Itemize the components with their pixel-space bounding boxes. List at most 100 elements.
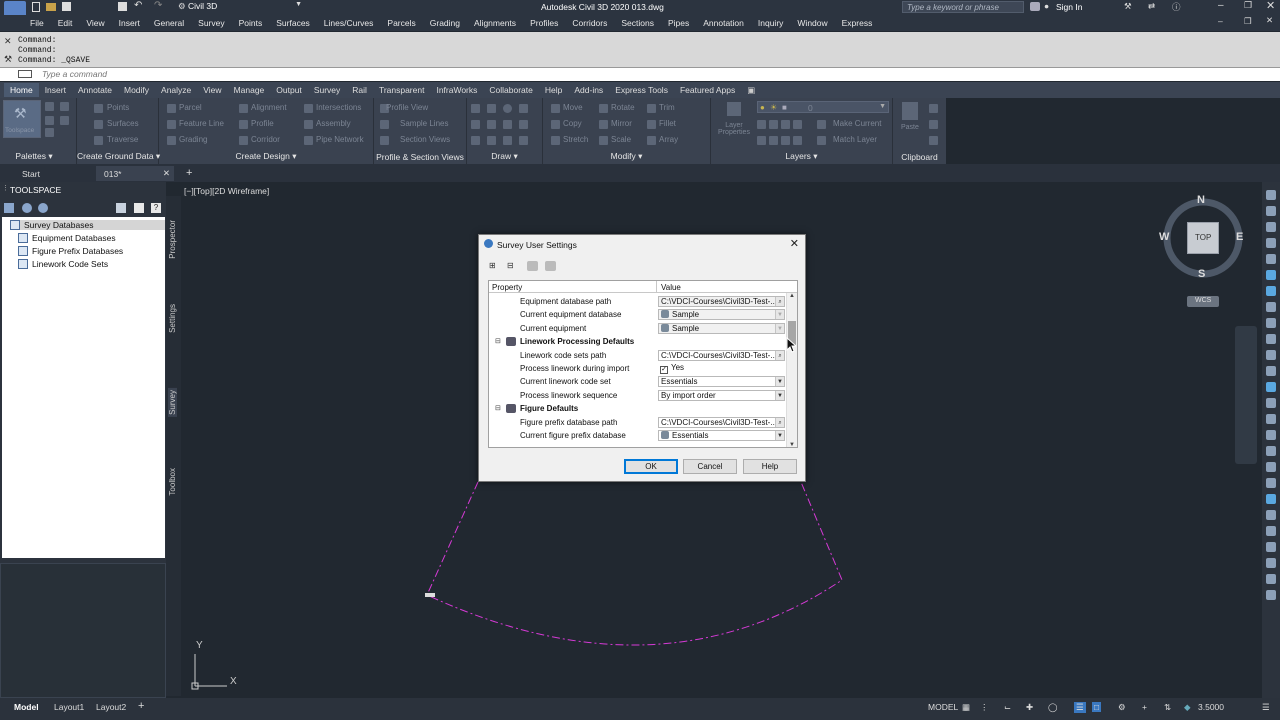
- toolspace-button[interactable]: ⚒ Toolspace: [3, 100, 41, 138]
- ribbon-toggle-icon[interactable]: ▣: [741, 83, 761, 98]
- tool-icon[interactable]: [1266, 382, 1276, 392]
- command-prompt-icon[interactable]: [18, 70, 32, 78]
- tool-palettes-icon[interactable]: [60, 116, 69, 125]
- cancel-button[interactable]: Cancel: [683, 459, 737, 474]
- point-icon[interactable]: [487, 136, 496, 145]
- tree-item-equipment-databases[interactable]: Equipment Databases: [18, 233, 116, 243]
- grid-icon[interactable]: ▦: [962, 702, 970, 713]
- close-icon[interactable]: ✕: [163, 168, 170, 179]
- layer-tool-icon[interactable]: [757, 120, 766, 129]
- menu-insert[interactable]: Insert: [119, 18, 140, 28]
- tab-transparent[interactable]: Transparent: [373, 83, 431, 97]
- tab-drawing[interactable]: 013* ✕: [96, 166, 174, 181]
- cut-icon[interactable]: [929, 104, 938, 113]
- traverse-button[interactable]: Traverse: [107, 135, 138, 144]
- workspace-switcher[interactable]: ⚙ Civil 3D ▼: [178, 1, 302, 13]
- property-row[interactable]: Current equipment Sample ▼: [489, 322, 786, 335]
- tab-analyze[interactable]: Analyze: [155, 83, 197, 97]
- panel-title[interactable]: Layers ▾: [711, 151, 892, 162]
- array-icon[interactable]: [647, 136, 656, 145]
- panel-title[interactable]: Palettes ▾: [0, 151, 76, 162]
- layer-dropdown[interactable]: ● ☀ ■ 0 ▼: [757, 101, 889, 113]
- points-icon[interactable]: [94, 104, 103, 113]
- menu-edit[interactable]: Edit: [58, 18, 73, 28]
- sample-lines-button[interactable]: Sample Lines: [400, 119, 448, 128]
- panel-title[interactable]: Create Ground Data ▾: [77, 151, 160, 162]
- menu-pipes[interactable]: Pipes: [668, 18, 689, 28]
- minimize-button[interactable]: –: [1218, 0, 1224, 11]
- command-input[interactable]: Type a command: [0, 67, 1280, 81]
- isolate-icon[interactable]: ⇅: [1164, 702, 1171, 713]
- doc-restore-button[interactable]: ❐: [1244, 16, 1252, 27]
- array-button[interactable]: Array: [659, 135, 678, 144]
- section-views-icon[interactable]: [380, 136, 389, 145]
- tool-icon[interactable]: [1266, 334, 1276, 344]
- table-icon[interactable]: [519, 136, 528, 145]
- tool-icon[interactable]: [1266, 494, 1276, 504]
- tool-icon[interactable]: [1266, 254, 1276, 264]
- tool-icon[interactable]: [1266, 302, 1276, 312]
- property-value-field[interactable]: C:\VDCI-Courses\Civil3D-Test-... ⌕: [658, 349, 785, 361]
- property-row[interactable]: Process linework during import ✓ Yes: [489, 362, 786, 375]
- grip-icon[interactable]: ⋮: [2, 184, 9, 192]
- tool-icon[interactable]: [1266, 222, 1276, 232]
- wrench-icon[interactable]: ⚒: [4, 54, 12, 65]
- ellipse-icon[interactable]: [503, 120, 512, 129]
- tab-start[interactable]: Start: [10, 166, 94, 181]
- match-layer-icon[interactable]: [817, 136, 826, 145]
- property-value-field[interactable]: Essentials ▼: [658, 376, 785, 388]
- new-tab-button[interactable]: +: [186, 167, 192, 179]
- tab-rail[interactable]: Rail: [346, 83, 373, 97]
- collapse-all-icon[interactable]: ⊟: [507, 261, 517, 271]
- tab-modify[interactable]: Modify: [118, 83, 155, 97]
- mirror-button[interactable]: Mirror: [611, 119, 632, 128]
- stretch-icon[interactable]: [551, 136, 560, 145]
- chevron-down-icon[interactable]: ▼: [775, 431, 784, 440]
- property-row[interactable]: Process linework sequence By import orde…: [489, 389, 786, 402]
- compass-north[interactable]: N: [1197, 194, 1205, 206]
- profile-button[interactable]: Profile: [251, 119, 274, 128]
- property-value-field[interactable]: By import order ▼: [658, 389, 785, 401]
- cart-icon[interactable]: ⚒: [1124, 1, 1132, 12]
- panel-title[interactable]: Draw ▾: [467, 151, 542, 162]
- fillet-icon[interactable]: [647, 120, 656, 129]
- tab-layout1[interactable]: Layout1: [54, 702, 84, 712]
- selection-cycling-icon[interactable]: □: [1092, 702, 1102, 712]
- property-value-field[interactable]: ✓ Yes: [658, 363, 785, 374]
- tab-featured-apps[interactable]: Featured Apps: [674, 83, 741, 97]
- tool-icon[interactable]: [1266, 270, 1276, 280]
- sheet-set-icon[interactable]: [45, 128, 54, 137]
- open-icon[interactable]: [46, 3, 56, 11]
- compass-west[interactable]: W: [1159, 231, 1169, 243]
- section-views-button[interactable]: Section Views: [400, 135, 450, 144]
- tool-icon[interactable]: [1266, 350, 1276, 360]
- collapse-icon[interactable]: ⊟: [495, 337, 501, 345]
- model-space-toggle[interactable]: MODEL: [928, 702, 958, 712]
- tool-icon[interactable]: [1266, 558, 1276, 568]
- assembly-icon[interactable]: [304, 120, 313, 129]
- add-layout-button[interactable]: +: [138, 700, 144, 712]
- collapse-icon[interactable]: ⊟: [495, 404, 501, 412]
- checkbox[interactable]: ✓: [660, 366, 668, 374]
- panel-title[interactable]: Profile & Section Views: [374, 152, 466, 162]
- menu-surfaces[interactable]: Surfaces: [276, 18, 310, 28]
- rectangle-icon[interactable]: [471, 120, 480, 129]
- tool-icon[interactable]: [1266, 526, 1276, 536]
- menu-corridors[interactable]: Corridors: [572, 18, 607, 28]
- save-icon[interactable]: [62, 2, 71, 11]
- tool-icon[interactable]: [1266, 462, 1276, 472]
- feature-line-icon[interactable]: [167, 120, 176, 129]
- layer-icon[interactable]: [60, 102, 69, 111]
- tool-icon[interactable]: [1266, 398, 1276, 408]
- tree-icon[interactable]: [4, 203, 14, 213]
- import-settings-icon[interactable]: [527, 261, 538, 271]
- property-row[interactable]: Linework code sets path C:\VDCI-Courses\…: [489, 349, 786, 362]
- menu-survey[interactable]: Survey: [198, 18, 224, 28]
- trim-icon[interactable]: [647, 104, 656, 113]
- layer-tool-icon[interactable]: [793, 136, 802, 145]
- menu-view[interactable]: View: [86, 18, 104, 28]
- property-row[interactable]: Current equipment database Sample ▼: [489, 308, 786, 321]
- tool-icon[interactable]: [1266, 318, 1276, 328]
- scroll-up-icon[interactable]: ▲: [789, 293, 795, 299]
- stretch-button[interactable]: Stretch: [563, 135, 588, 144]
